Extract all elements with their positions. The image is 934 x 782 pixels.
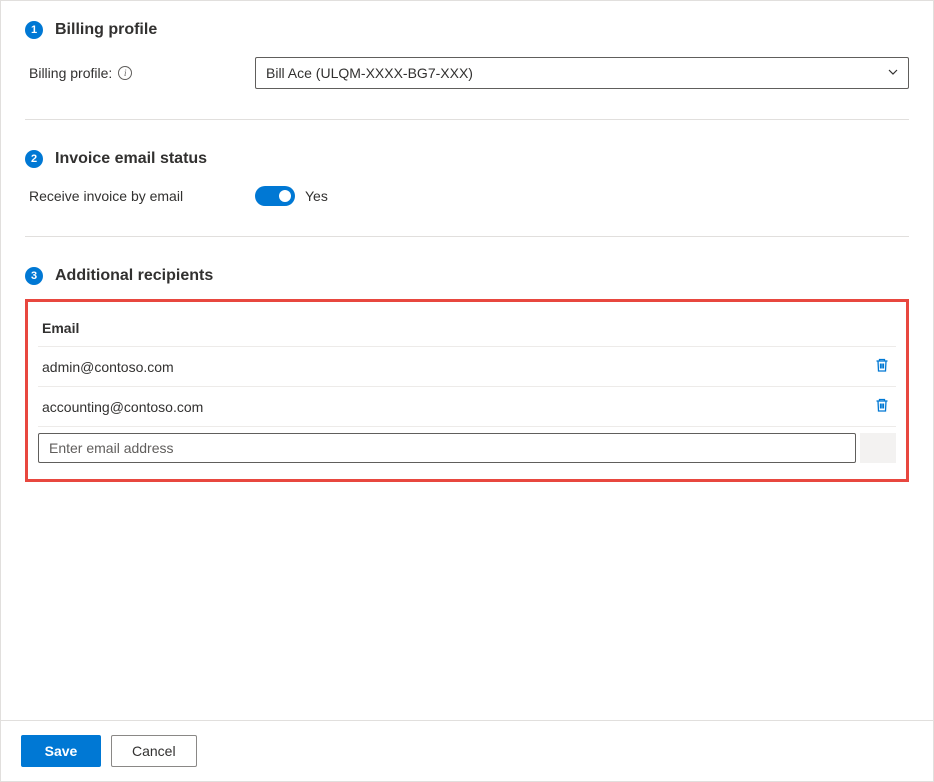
additional-recipients-section: 3 Additional recipients Email admin@cont… — [25, 267, 909, 512]
billing-profile-label: Billing profile: i — [29, 65, 255, 81]
step-badge-2: 2 — [25, 150, 43, 168]
toggle-thumb — [279, 190, 291, 202]
email-column-header: Email — [38, 316, 896, 347]
email-address-input[interactable] — [38, 433, 856, 463]
divider — [25, 236, 909, 237]
trash-icon — [874, 357, 890, 376]
cancel-button[interactable]: Cancel — [111, 735, 197, 767]
divider — [25, 119, 909, 120]
delete-recipient-button[interactable] — [872, 395, 892, 418]
recipient-email: admin@contoso.com — [42, 359, 174, 375]
save-button[interactable]: Save — [21, 735, 101, 767]
section-header: 2 Invoice email status — [25, 150, 909, 168]
toggle-state-label: Yes — [305, 188, 328, 204]
step-badge-1: 1 — [25, 21, 43, 39]
recipient-email: accounting@contoso.com — [42, 399, 203, 415]
input-action-area — [860, 433, 896, 463]
section-title: Billing profile — [55, 21, 157, 39]
step-badge-3: 3 — [25, 267, 43, 285]
receive-invoice-toggle[interactable] — [255, 186, 295, 206]
info-icon[interactable]: i — [118, 66, 132, 80]
recipients-highlighted-box: Email admin@contoso.com — [25, 299, 909, 482]
delete-recipient-button[interactable] — [872, 355, 892, 378]
invoice-email-status-section: 2 Invoice email status Receive invoice b… — [25, 150, 909, 236]
billing-profile-section: 1 Billing profile Billing profile: i Bil… — [25, 21, 909, 119]
recipient-row: accounting@contoso.com — [38, 387, 896, 427]
section-header: 3 Additional recipients — [25, 267, 909, 285]
recipient-row: admin@contoso.com — [38, 347, 896, 387]
section-title: Additional recipients — [55, 267, 213, 285]
footer: Save Cancel — [1, 720, 933, 781]
section-title: Invoice email status — [55, 150, 207, 168]
trash-icon — [874, 397, 890, 416]
receive-invoice-label: Receive invoice by email — [29, 188, 255, 204]
billing-profile-selected: Bill Ace (ULQM-XXXX-BG7-XXX) — [266, 65, 473, 81]
billing-profile-select[interactable]: Bill Ace (ULQM-XXXX-BG7-XXX) — [255, 57, 909, 89]
section-header: 1 Billing profile — [25, 21, 909, 39]
